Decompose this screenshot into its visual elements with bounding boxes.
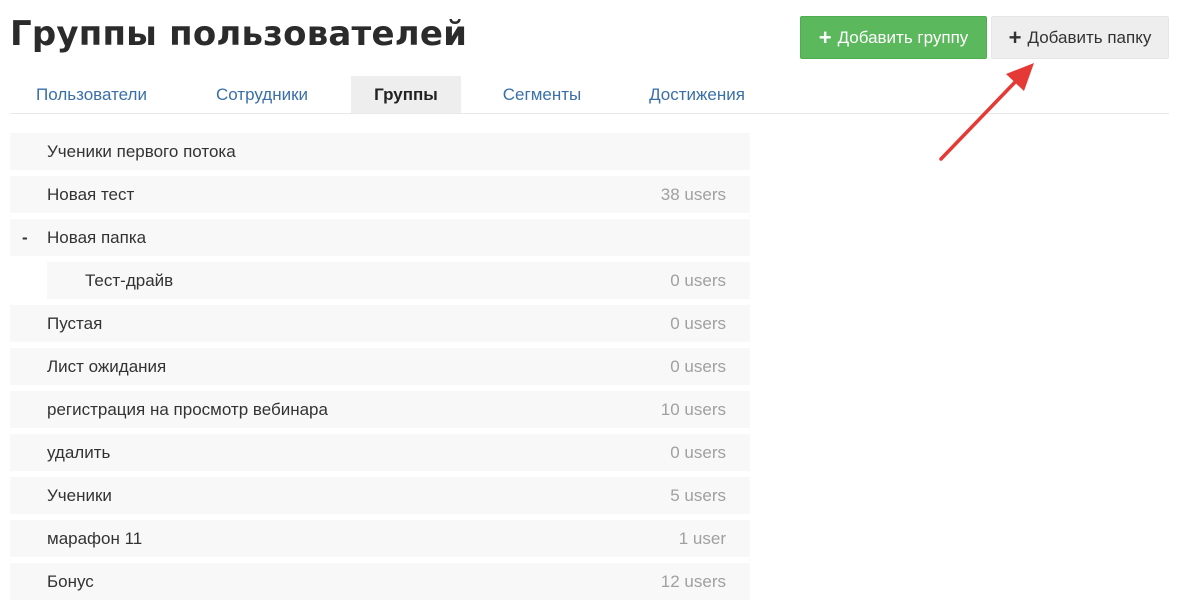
add-folder-button[interactable]: + Добавить папку xyxy=(991,16,1169,59)
tab-bar: Пользователи Сотрудники Группы Сегменты … xyxy=(10,76,1169,114)
tab-users[interactable]: Пользователи xyxy=(10,76,173,113)
list-item[interactable]: Ученики первого потока xyxy=(10,133,750,170)
list-item[interactable]: Новая тест 38 users xyxy=(10,176,750,213)
list-item[interactable]: удалить 0 users xyxy=(10,434,750,471)
user-count: 0 users xyxy=(670,356,726,376)
page-title: Группы пользователей xyxy=(10,14,468,54)
list-item[interactable]: марафон 11 1 user xyxy=(10,520,750,557)
group-name: Тест-драйв xyxy=(85,270,174,290)
group-name: Лист ожидания xyxy=(47,356,167,376)
tab-employees[interactable]: Сотрудники xyxy=(173,76,351,113)
folder-name: Новая папка xyxy=(47,227,147,247)
list-item[interactable]: Тест-драйв 0 users xyxy=(47,262,750,299)
add-group-button[interactable]: + Добавить группу xyxy=(800,16,987,59)
add-folder-label: Добавить папку xyxy=(1027,27,1152,47)
user-count: 0 users xyxy=(670,270,726,290)
list-item[interactable]: регистрация на просмотр вебинара 10 user… xyxy=(10,391,750,428)
tab-achievements[interactable]: Достижения xyxy=(623,76,771,113)
user-count: 5 users xyxy=(670,485,726,505)
user-count: 0 users xyxy=(670,313,726,333)
add-group-label: Добавить группу xyxy=(837,27,969,47)
plus-icon: + xyxy=(818,24,832,50)
list-item[interactable]: Пустая 0 users xyxy=(10,305,750,342)
user-count: 0 users xyxy=(670,442,726,462)
group-name: Ученики первого потока xyxy=(47,141,236,161)
group-name: Новая тест xyxy=(47,184,135,204)
plus-icon: + xyxy=(1008,24,1022,50)
group-name: удалить xyxy=(47,442,111,462)
group-name: Пустая xyxy=(47,313,103,333)
group-name: Бонус xyxy=(47,571,94,591)
collapse-toggle[interactable]: - xyxy=(22,228,28,248)
group-name: регистрация на просмотр вебинара xyxy=(47,399,328,419)
user-count: 1 user xyxy=(678,528,726,548)
group-name: Ученики xyxy=(47,485,112,505)
user-count: 38 users xyxy=(660,184,726,204)
tab-segments[interactable]: Сегменты xyxy=(461,76,623,113)
list-item[interactable]: Лист ожидания 0 users xyxy=(10,348,750,385)
user-count: 10 users xyxy=(660,399,726,419)
folder-item[interactable]: - Новая папка xyxy=(10,219,750,256)
tab-groups[interactable]: Группы xyxy=(351,76,461,113)
group-name: марафон 11 xyxy=(47,528,143,548)
user-count: 12 users xyxy=(660,571,726,591)
list-item[interactable]: Ученики 5 users xyxy=(10,477,750,514)
list-item[interactable]: Бонус 12 users xyxy=(10,563,750,600)
